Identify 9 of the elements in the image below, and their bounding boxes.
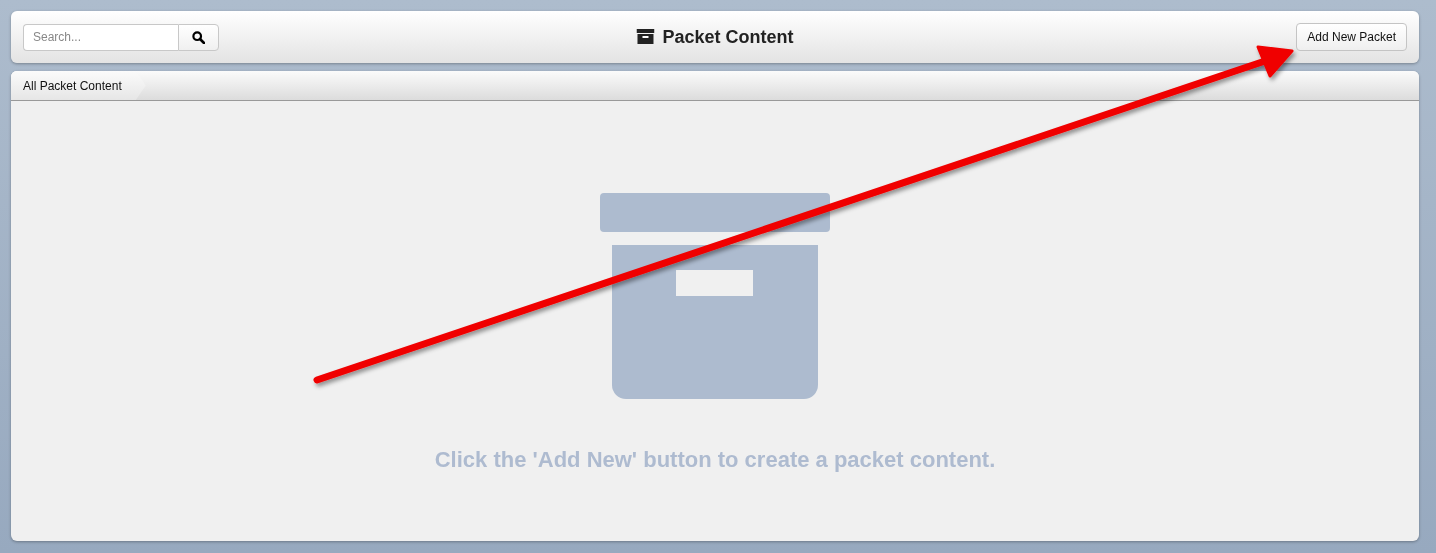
empty-state-message: Click the 'Add New' button to create a packet content. xyxy=(434,447,996,473)
add-new-packet-button[interactable]: Add New Packet xyxy=(1296,23,1407,51)
page-title: Packet Content xyxy=(662,26,794,48)
search-button[interactable] xyxy=(178,23,219,51)
archive-box-icon xyxy=(600,193,830,399)
search-field[interactable]: Search... xyxy=(23,23,178,51)
breadcrumb-item[interactable]: All Packet Content xyxy=(11,71,146,100)
search-icon xyxy=(192,30,205,44)
archive-box-icon xyxy=(636,29,655,45)
